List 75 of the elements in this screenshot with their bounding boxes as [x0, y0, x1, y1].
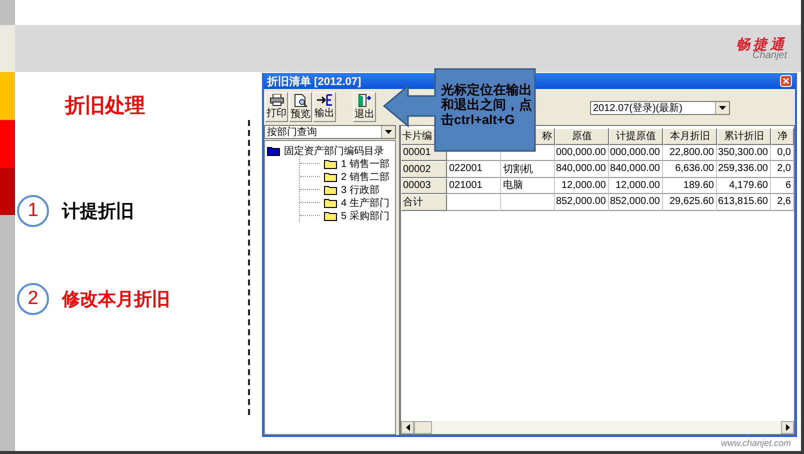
step-number: 1: [17, 195, 49, 227]
column-header: 累计折旧: [717, 128, 771, 144]
column-header: 本月折旧: [663, 128, 717, 144]
step-label: 计提折旧: [62, 200, 134, 223]
table-cell: 000,000.00: [609, 144, 663, 161]
tree-item[interactable]: 固定资产部门编码目录: [284, 144, 384, 158]
folder-icon: [324, 210, 337, 220]
dropdown-arrow-icon: [385, 130, 392, 134]
step-label: 修改本月折旧: [62, 288, 170, 311]
row-header: 00003: [401, 178, 447, 194]
period-dropdown[interactable]: 2012.07(登录)(最新): [590, 101, 730, 115]
table-cell: 259,336.00: [717, 161, 771, 178]
column-header: 净: [771, 128, 794, 144]
accent-band: [0, 72, 15, 120]
scroll-right-button[interactable]: [781, 421, 794, 434]
column-header: 计提原值: [609, 128, 663, 144]
tree-item[interactable]: 4 生产部门: [341, 196, 390, 210]
table-cell: 22,800.00: [663, 144, 717, 161]
door-icon: [358, 94, 372, 106]
printer-icon: [270, 94, 284, 106]
query-dropdown[interactable]: 按部门查询: [264, 125, 396, 139]
folder-icon: [324, 184, 337, 194]
tree-item[interactable]: 5 采购部门: [341, 208, 390, 222]
row-header: 合计: [401, 194, 447, 210]
table-cell: 021001: [447, 178, 501, 194]
export-icon: [316, 94, 332, 106]
close-icon[interactable]: [780, 75, 792, 87]
table-cell: 350,300.00: [717, 144, 771, 161]
tree-item[interactable]: 3 行政部: [341, 182, 380, 196]
table-cell: 2,0: [771, 161, 794, 178]
table-cell: 000,000.00: [555, 144, 609, 161]
tree-item[interactable]: 2 销售二部: [341, 170, 390, 184]
logo-subtext: Chanjet: [752, 50, 787, 60]
row-header: 00002: [401, 161, 447, 178]
table-cell: 852,000.00: [555, 194, 609, 210]
column-header: 原值: [555, 128, 609, 144]
folder-icon: [324, 172, 337, 182]
folder-icon: [324, 158, 337, 168]
tree-item[interactable]: 1 销售一部: [341, 156, 390, 170]
left-arrow-icon: [406, 424, 410, 431]
window-title: 折旧清单 [2012.07]: [267, 74, 362, 88]
folder-icon: [267, 146, 280, 156]
table-cell: 电脑: [501, 178, 555, 194]
table-cell: 4,179.60: [717, 178, 771, 194]
step-number: 2: [17, 283, 49, 315]
table-cell: 2,6: [771, 194, 794, 210]
footer-url: www.chanjet.com: [720, 438, 791, 448]
scrollbar-thumb[interactable]: [414, 421, 432, 434]
callout-text: 光标定位在输出和退出之间，点击ctrl+alt+G: [441, 82, 533, 127]
horizontal-scrollbar[interactable]: [401, 421, 794, 434]
table-cell: 840,000.00: [555, 161, 609, 178]
toolbar-button[interactable]: 预览: [289, 92, 312, 122]
folder-icon: [324, 198, 337, 208]
table-cell: 29,625.60: [663, 194, 717, 210]
table-cell: 切割机: [501, 161, 555, 178]
section-title: 折旧处理: [65, 94, 146, 119]
table-cell: 12,000.00: [609, 178, 663, 194]
accent-band: [0, 120, 15, 168]
table-cell: 840,000.00: [609, 161, 663, 178]
table-cell: 0,0: [771, 144, 794, 161]
table-cell: 022001: [447, 161, 501, 178]
table-cell: 613,815.60: [717, 194, 771, 210]
right-arrow-icon: [786, 424, 790, 431]
scroll-left-button[interactable]: [401, 421, 414, 434]
table-cell: 852,000.00: [609, 194, 663, 210]
dropdown-arrow-icon: [719, 106, 726, 110]
toolbar-button[interactable]: 打印: [265, 92, 288, 122]
table-cell: 6: [771, 178, 794, 194]
preview-icon: [294, 94, 308, 106]
table-cell: 6,636.00: [663, 161, 717, 178]
logo-text: 畅捷通: [736, 36, 787, 50]
table-cell: 12,000.00: [555, 178, 609, 194]
toolbar-button[interactable]: 输出: [313, 92, 336, 122]
toolbar-button[interactable]: 退出: [353, 92, 376, 122]
table-cell: 189.60: [663, 178, 717, 194]
